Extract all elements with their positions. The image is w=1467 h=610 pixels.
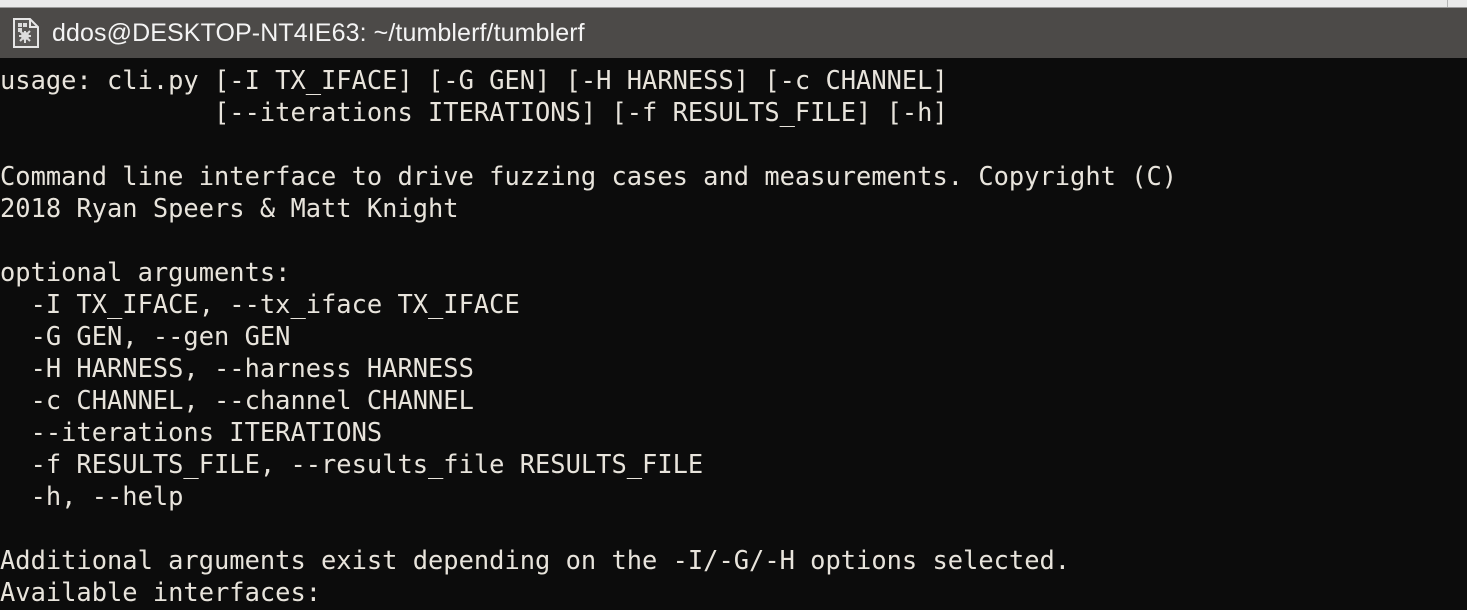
terminal-line: optional arguments: xyxy=(0,257,291,287)
wsl-terminal-icon xyxy=(13,18,39,48)
terminal-line: usage: cli.py [-I TX_IFACE] [-G GEN] [-H… xyxy=(0,65,948,95)
terminal-line: -I TX_IFACE, --tx_iface TX_IFACE xyxy=(0,289,520,319)
terminal-window: ddos@DESKTOP-NT4IE63: ~/tumblerf/tumbler… xyxy=(0,0,1467,610)
terminal-line: Additional arguments exist depending on … xyxy=(0,545,1071,575)
terminal-line: -f RESULTS_FILE, --results_file RESULTS_… xyxy=(0,449,704,479)
terminal-text: usage: cli.py [-I TX_IFACE] [-G GEN] [-H… xyxy=(0,58,1467,608)
terminal-line: Available interfaces: xyxy=(0,577,322,607)
terminal-line: 2018 Ryan Speers & Matt Knight xyxy=(0,193,459,223)
terminal-line: -c CHANNEL, --channel CHANNEL xyxy=(0,385,474,415)
terminal-line: Command line interface to drive fuzzing … xyxy=(0,161,1178,191)
terminal-line: -h, --help xyxy=(0,481,184,511)
terminal-line: -H HARNESS, --harness HARNESS xyxy=(0,353,474,383)
window-titlebar[interactable]: ddos@DESKTOP-NT4IE63: ~/tumblerf/tumbler… xyxy=(0,8,1467,58)
terminal-output-area[interactable]: usage: cli.py [-I TX_IFACE] [-G GEN] [-H… xyxy=(0,58,1467,610)
terminal-line: [--iterations ITERATIONS] [-f RESULTS_FI… xyxy=(0,97,948,127)
desktop-strip-divider xyxy=(1447,0,1448,7)
desktop-top-strip xyxy=(0,0,1467,8)
terminal-line: -G GEN, --gen GEN xyxy=(0,321,291,351)
window-title: ddos@DESKTOP-NT4IE63: ~/tumblerf/tumbler… xyxy=(52,18,585,47)
terminal-line: --iterations ITERATIONS xyxy=(0,417,383,447)
